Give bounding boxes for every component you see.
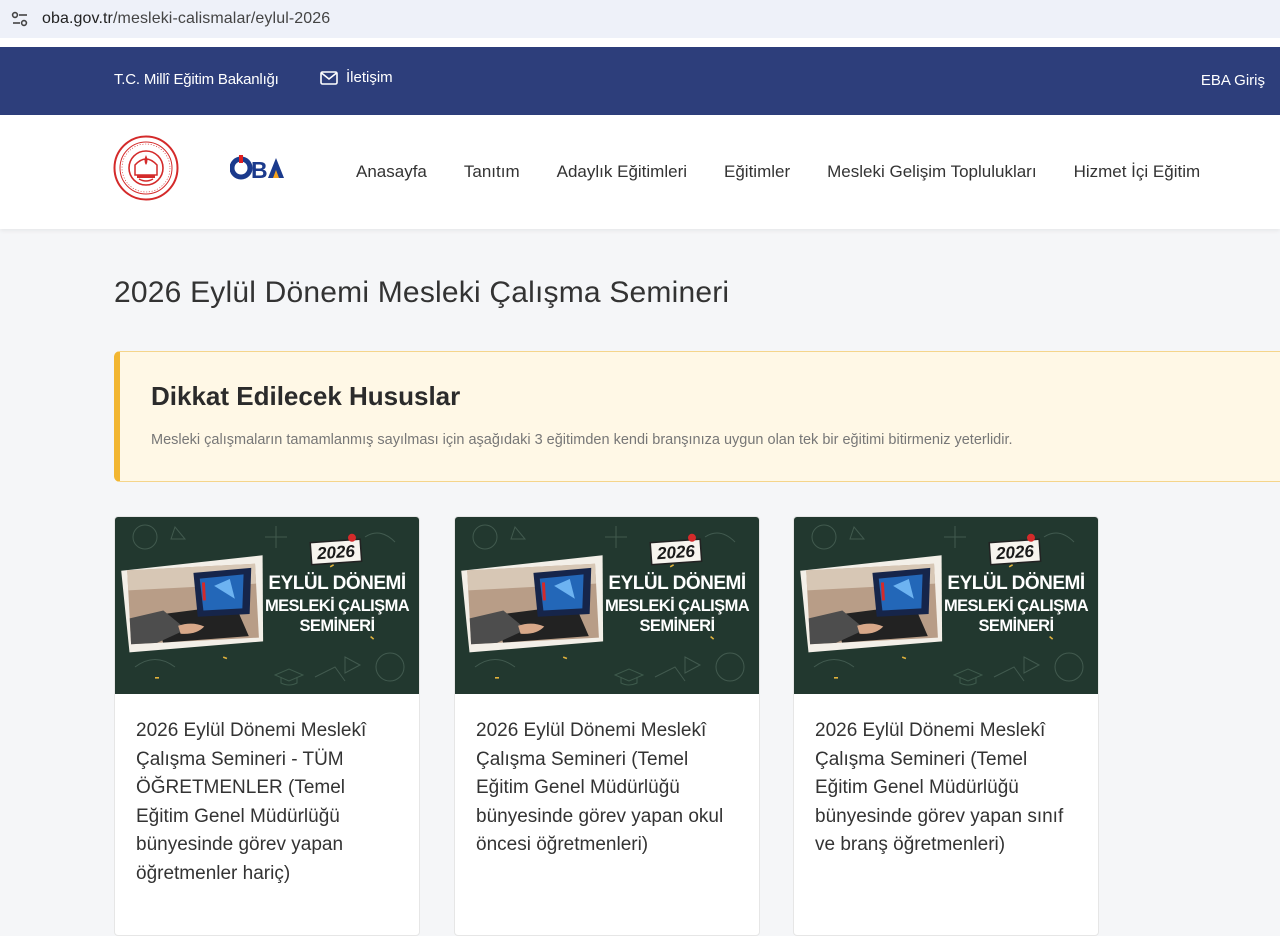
seminar-banner-image: 2026 EYLÜL DÖNEMİ MESLEKİ ÇALIŞMA SEMİNE… <box>115 517 419 694</box>
notice-text: Mesleki çalışmaların tamamlanmış sayılma… <box>151 432 1013 448</box>
seminar-banner-image: 2026 EYLÜL DÖNEMİ MESLEKİ ÇALIŞMA SEMİNE… <box>794 517 1098 694</box>
banner-text: MESLEKİ ÇALIŞMA <box>944 597 1089 615</box>
card-title[interactable]: 2026 Eylül Dönemi Meslekî Çalışma Semine… <box>815 717 1077 860</box>
banner-text: MESLEKİ ÇALIŞMA <box>605 597 750 615</box>
banner-text: MESLEKİ ÇALIŞMA <box>265 597 410 615</box>
nav-item-trainings[interactable]: Eğitimler <box>724 162 790 182</box>
site-settings-icon[interactable] <box>10 9 30 29</box>
meb-logo[interactable] <box>113 135 179 201</box>
nav-item-candidate-trainings[interactable]: Adaylık Eğitimleri <box>557 162 687 182</box>
notice-box: Dikkat Edilecek Hususlar Mesleki çalışma… <box>114 351 1280 482</box>
contact-label: İletişim <box>346 69 393 86</box>
page-title: 2026 Eylül Dönemi Mesleki Çalışma Semine… <box>114 276 730 309</box>
card-image[interactable]: 2026 EYLÜL DÖNEMİ MESLEKİ ÇALIŞMA SEMİNE… <box>115 517 419 694</box>
ministry-link[interactable]: T.C. Millî Eğitim Bakanlığı <box>114 71 279 88</box>
contact-link[interactable]: İletişim <box>320 69 393 86</box>
seminar-card-1[interactable]: 2026 EYLÜL DÖNEMİ MESLEKİ ÇALIŞMA SEMİNE… <box>114 516 420 936</box>
main-header: B Anasayfa Tanıtım Adaylık Eğitimleri Eğ… <box>0 115 1280 229</box>
nav-item-inservice-training[interactable]: Hizmet İçi Eğitim <box>1074 162 1201 182</box>
eba-login-link[interactable]: EBA Giriş <box>1201 72 1265 89</box>
banner-text: EYLÜL DÖNEMİ <box>947 573 1084 594</box>
main-nav: Anasayfa Tanıtım Adaylık Eğitimleri Eğit… <box>356 162 1237 182</box>
seminar-card-2[interactable]: 2026 EYLÜL DÖNEMİ MESLEKİ ÇALIŞMA SEMİNE… <box>454 516 760 936</box>
svg-text:B: B <box>251 157 267 183</box>
browser-address-bar: oba.gov.tr/mesleki-calismalar/eylul-2026 <box>0 0 1280 38</box>
banner-text: 2026 <box>994 542 1035 564</box>
toolbar-divider <box>0 38 1280 47</box>
seminar-card-3[interactable]: 2026 EYLÜL DÖNEMİ MESLEKİ ÇALIŞMA SEMİNE… <box>793 516 1099 936</box>
card-image[interactable]: 2026 EYLÜL DÖNEMİ MESLEKİ ÇALIŞMA SEMİNE… <box>794 517 1098 694</box>
nav-item-home[interactable]: Anasayfa <box>356 162 427 182</box>
card-title[interactable]: 2026 Eylül Dönemi Meslekî Çalışma Semine… <box>136 717 398 889</box>
seminar-banner-image: 2026 EYLÜL DÖNEMİ MESLEKİ ÇALIŞMA SEMİNE… <box>455 517 759 694</box>
banner-text: 2026 <box>655 542 696 564</box>
banner-text: EYLÜL DÖNEMİ <box>608 573 745 594</box>
card-image[interactable]: 2026 EYLÜL DÖNEMİ MESLEKİ ÇALIŞMA SEMİNE… <box>455 517 759 694</box>
top-bar: T.C. Millî Eğitim Bakanlığı İletişim EBA… <box>0 47 1280 115</box>
url-field[interactable]: oba.gov.tr/mesleki-calismalar/eylul-2026 <box>42 10 330 28</box>
banner-text: SEMİNERİ <box>640 617 715 635</box>
banner-text: EYLÜL DÖNEMİ <box>268 573 405 594</box>
mail-icon <box>320 70 338 85</box>
banner-text: SEMİNERİ <box>300 617 375 635</box>
banner-text: SEMİNERİ <box>979 617 1054 635</box>
nav-item-intro[interactable]: Tanıtım <box>464 162 520 182</box>
notice-heading: Dikkat Edilecek Hususlar <box>151 381 461 411</box>
card-title[interactable]: 2026 Eylül Dönemi Meslekî Çalışma Semine… <box>476 717 738 860</box>
oba-logo[interactable]: B <box>230 153 288 183</box>
banner-text: 2026 <box>315 542 356 564</box>
nav-item-professional-communities[interactable]: Mesleki Gelişim Toplulukları <box>827 162 1036 182</box>
